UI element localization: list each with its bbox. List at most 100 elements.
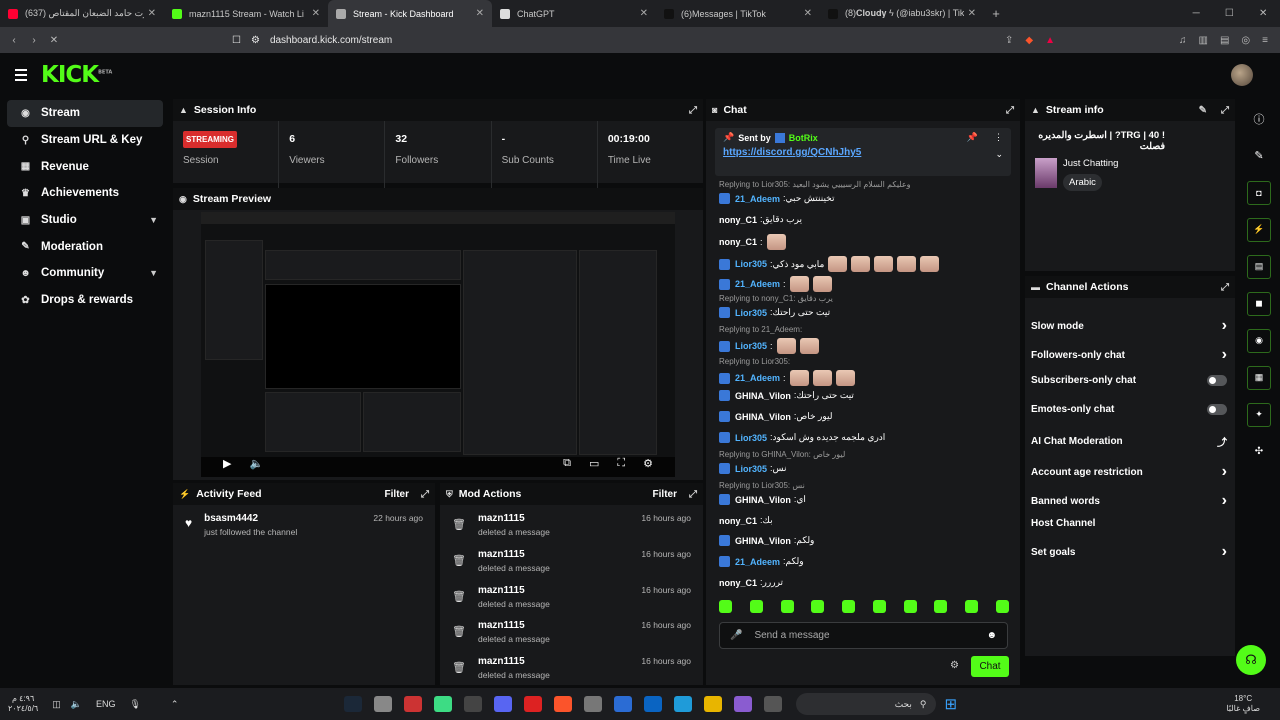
channel-action-emotes-only-chat[interactable]: Emotes-only chat: [1031, 404, 1227, 415]
play-icon[interactable]: ▶: [223, 457, 231, 470]
chat-input[interactable]: 🎤 Send a message ☻: [719, 622, 1008, 649]
browser-tab[interactable]: Stream - Kick Dashboard ✕: [328, 0, 492, 27]
emote-icon[interactable]: [842, 600, 856, 613]
chevron-right-icon[interactable]: ›: [1222, 492, 1227, 510]
sidebar-item-stream[interactable]: ◉ Stream: [7, 100, 163, 127]
mod-user[interactable]: mazn1115: [478, 513, 550, 524]
chat-username[interactable]: nony_C1: [719, 578, 757, 588]
rewards-icon[interactable]: ▲: [1045, 35, 1055, 46]
tab-close-icon[interactable]: ✕: [968, 8, 976, 19]
chat-username[interactable]: Lior305: [735, 464, 767, 474]
toggle-switch[interactable]: [1207, 375, 1227, 386]
chat-username[interactable]: 21_Adeem: [735, 279, 780, 289]
mask-app-icon[interactable]: [464, 696, 483, 712]
sidebar-item-revenue[interactable]: ▦ Revenue: [7, 153, 163, 180]
channel-action-slow-mode[interactable]: Slow mode ›: [1031, 317, 1227, 335]
discord-app-icon[interactable]: [494, 696, 513, 712]
android-app-icon[interactable]: [434, 696, 453, 712]
forward-icon[interactable]: ›: [24, 35, 44, 46]
chat-bubble-icon[interactable]: ◼: [1247, 291, 1271, 316]
hamburger-menu-icon[interactable]: [15, 69, 27, 81]
browser-tab[interactable]: mazn1115 Stream - Watch Li ✕: [164, 0, 328, 27]
mod-user[interactable]: mazn1115: [478, 585, 550, 596]
info-icon[interactable]: ⓘ: [1245, 100, 1273, 137]
channel-action-followers-only-chat[interactable]: Followers-only chat ›: [1031, 346, 1227, 364]
emote-icon[interactable]: [749, 600, 763, 613]
pinned-link[interactable]: https://discord.gg/QCNhJhy5: [723, 147, 861, 160]
theater-icon[interactable]: ▭: [589, 457, 599, 470]
expand-icon[interactable]: ⤢: [421, 489, 429, 500]
fullscreen-icon[interactable]: ⛶: [617, 457, 625, 470]
reload-icon[interactable]: ✕: [44, 35, 64, 46]
taskview-icon[interactable]: [764, 696, 783, 712]
sidebar-item-community[interactable]: ☻ Community ▼: [7, 260, 163, 287]
chevron-down-icon[interactable]: ⌄: [995, 149, 1003, 160]
toggle-switch[interactable]: [1207, 404, 1227, 415]
notification-icon[interactable]: ◫: [52, 699, 61, 710]
channel-action-ai-chat-moderation[interactable]: AI Chat Moderation ⤴: [1031, 434, 1227, 449]
chat-username[interactable]: Lior305: [735, 433, 767, 443]
expand-icon[interactable]: ⤢: [1221, 282, 1229, 293]
bolt-icon[interactable]: ⚡: [1247, 217, 1271, 242]
brave-shield-icon[interactable]: ◆: [1025, 35, 1033, 46]
tab-close-icon[interactable]: ✕: [640, 8, 648, 19]
more-icon[interactable]: ⋮: [994, 132, 1003, 143]
close-window-icon[interactable]: ✕: [1259, 8, 1267, 19]
chat-username[interactable]: GHINA_Vilon: [735, 495, 791, 505]
sidebar-item-studio[interactable]: ▣ Studio ▼: [7, 207, 163, 234]
new-tab-button[interactable]: +: [984, 0, 1008, 27]
bookmark-icon[interactable]: ☐: [232, 35, 241, 46]
emoji-icon[interactable]: ☻: [986, 630, 997, 641]
filter-button[interactable]: Filter: [385, 489, 409, 500]
edge-app-icon[interactable]: [674, 696, 693, 712]
kick-logo[interactable]: KICKBETA: [41, 62, 112, 88]
wallet-icon[interactable]: ▤: [1220, 35, 1229, 46]
browser-tab[interactable]: (8)𝐂𝐥𝐨𝐮𝐝𝐲 ϟ (@iabu3skr) | TikTok ✕: [820, 0, 984, 27]
emote-icon[interactable]: [780, 600, 794, 613]
settings-icon[interactable]: ⚙: [643, 457, 653, 470]
sidebar-item-stream-url-key[interactable]: ⚲ Stream URL & Key: [7, 127, 163, 154]
emote-icon[interactable]: [719, 600, 732, 613]
tab-close-icon[interactable]: ✕: [312, 8, 320, 19]
settings-app-icon[interactable]: [374, 696, 393, 712]
unpin-icon[interactable]: 📌: [967, 132, 978, 143]
send-chat-button[interactable]: Chat: [971, 656, 1009, 677]
edit-icon[interactable]: ✎: [1199, 105, 1207, 116]
mic-tray-icon[interactable]: 🎙: [129, 699, 140, 710]
chevron-right-icon[interactable]: ›: [1222, 317, 1227, 335]
channel-action-account-age-restriction[interactable]: Account age restriction ›: [1031, 463, 1227, 481]
store-app-icon[interactable]: [614, 696, 633, 712]
tab-close-icon[interactable]: ✕: [804, 8, 812, 19]
site-info-icon[interactable]: ⚙: [251, 35, 260, 46]
chat-username[interactable]: Lior305: [735, 259, 767, 269]
chat-settings-icon[interactable]: ⚙: [950, 660, 959, 671]
explorer-app-icon[interactable]: [704, 696, 723, 712]
filter-button[interactable]: Filter: [653, 489, 677, 500]
expand-icon[interactable]: ⤢: [1006, 105, 1014, 116]
tab-close-icon[interactable]: ✕: [476, 8, 484, 19]
emote-icon[interactable]: [903, 600, 917, 613]
maximize-icon[interactable]: ☐: [1225, 8, 1234, 19]
signal-icon[interactable]: ◉: [1247, 328, 1271, 353]
expand-icon[interactable]: ⤢: [1221, 105, 1229, 116]
browser-tab[interactable]: ChatGPT ✕: [492, 0, 656, 27]
mod-user[interactable]: mazn1115: [478, 656, 550, 667]
mod-user[interactable]: mazn1115: [478, 620, 550, 631]
volume-icon[interactable]: 🔈: [71, 699, 82, 710]
pip-icon[interactable]: ⧉: [563, 457, 571, 470]
browser-tab[interactable]: (6)Messages | TikTok ✕: [656, 0, 820, 27]
chat-username[interactable]: 21_Adeem: [735, 373, 780, 383]
chat-username[interactable]: nony_C1: [719, 215, 757, 225]
sidebar-item-drops-rewards[interactable]: ✿ Drops & rewards: [7, 287, 163, 314]
stream-video[interactable]: ▶ 🔈 ⧉ ▭ ⛶ ⚙: [201, 212, 675, 477]
acrobat-app-icon[interactable]: [524, 696, 543, 712]
sidebar-item-achievements[interactable]: ♛ Achievements: [7, 180, 163, 207]
wrench-icon[interactable]: ✦: [1247, 402, 1271, 427]
browser-tab[interactable]: (637) اسطرت حامد الضبعان المقتاص ✕: [0, 0, 164, 27]
mic-icon[interactable]: 🎤: [730, 630, 742, 641]
minimize-icon[interactable]: ─: [1193, 8, 1200, 19]
apps-icon[interactable]: ✣: [1245, 433, 1273, 470]
mod-user[interactable]: mazn1115: [478, 549, 550, 560]
media-icon[interactable]: ♫: [1179, 35, 1187, 46]
clipboard-icon[interactable]: ▦: [1247, 365, 1271, 390]
